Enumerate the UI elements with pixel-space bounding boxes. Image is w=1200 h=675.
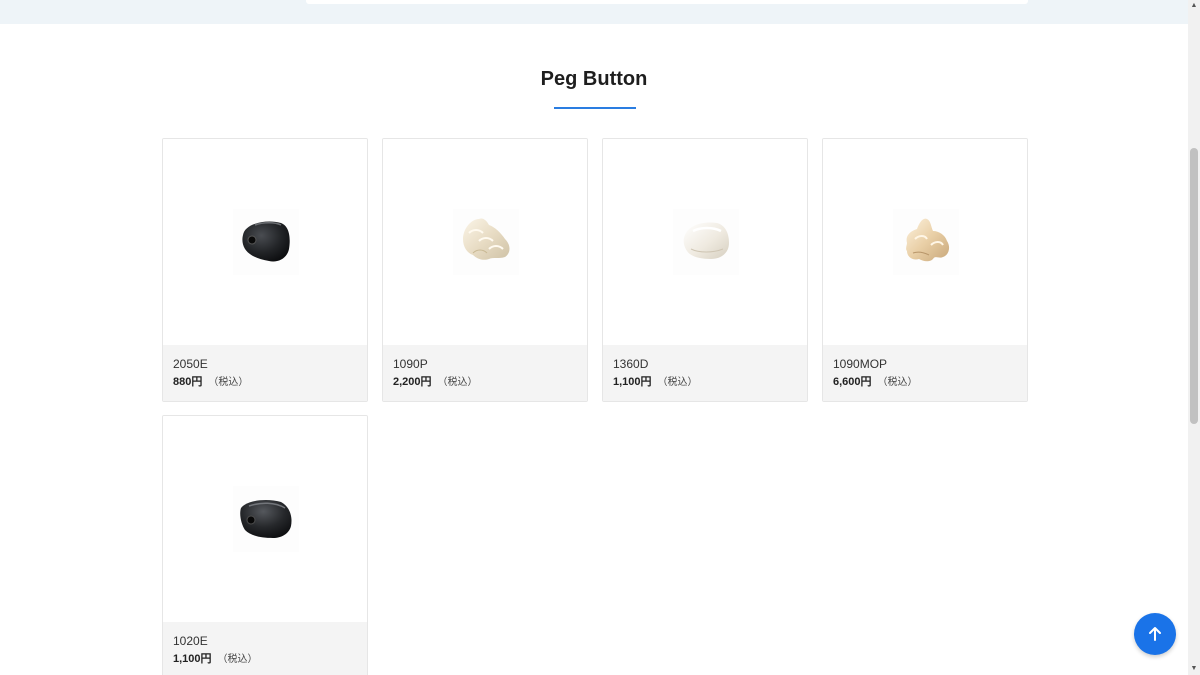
product-grid: 2050E 880円 （税込） 1090P 2,200円 （税込） 1360D … bbox=[162, 138, 1028, 675]
product-code[interactable]: 1020E bbox=[173, 634, 357, 648]
back-to-top-button[interactable] bbox=[1134, 613, 1176, 655]
product-card-2050e[interactable]: 2050E 880円 （税込） bbox=[162, 138, 368, 402]
header-band bbox=[0, 0, 1188, 24]
white-peg-button-icon bbox=[673, 209, 739, 275]
product-price: 2,200円 bbox=[393, 376, 432, 388]
product-image-area[interactable] bbox=[163, 416, 367, 622]
product-price: 1,100円 bbox=[613, 376, 652, 388]
product-code[interactable]: 1090MOP bbox=[833, 357, 1017, 371]
search-bar-edge[interactable] bbox=[306, 0, 1028, 4]
mop-peg-button-icon bbox=[893, 209, 959, 275]
arrow-up-icon bbox=[1149, 627, 1161, 641]
price-row: 1,100円 （税込） bbox=[173, 652, 357, 667]
scrollbar[interactable]: ▲ ▼ bbox=[1188, 0, 1200, 675]
section-title: Peg Button bbox=[540, 68, 648, 90]
black-peg-button-icon bbox=[233, 486, 299, 552]
black-peg-button-icon bbox=[233, 209, 299, 275]
tax-label: （税込） bbox=[877, 377, 918, 388]
price-row: 2,200円 （税込） bbox=[393, 375, 577, 390]
product-info: 1090MOP 6,600円 （税込） bbox=[823, 345, 1027, 401]
pearl-peg-button-icon bbox=[453, 209, 519, 275]
product-code[interactable]: 1360D bbox=[613, 357, 797, 371]
tax-label: （税込） bbox=[657, 377, 698, 388]
product-price: 6,600円 bbox=[833, 376, 872, 388]
tax-label: （税込） bbox=[208, 377, 249, 388]
scrollbar-thumb[interactable] bbox=[1190, 148, 1198, 424]
product-image-area[interactable] bbox=[163, 139, 367, 345]
product-price: 880円 bbox=[173, 376, 203, 388]
price-row: 880円 （税込） bbox=[173, 375, 357, 390]
title-underline bbox=[554, 107, 636, 109]
product-image-area[interactable] bbox=[603, 139, 807, 345]
scroll-up-icon[interactable]: ▲ bbox=[1188, 0, 1200, 12]
product-image-area[interactable] bbox=[383, 139, 587, 345]
product-info: 1360D 1,100円 （税込） bbox=[603, 345, 807, 401]
tax-label: （税込） bbox=[217, 654, 258, 665]
product-code[interactable]: 1090P bbox=[393, 357, 577, 371]
tax-label: （税込） bbox=[437, 377, 478, 388]
product-image-area[interactable] bbox=[823, 139, 1027, 345]
product-card-1360d[interactable]: 1360D 1,100円 （税込） bbox=[602, 138, 808, 402]
price-row: 6,600円 （税込） bbox=[833, 375, 1017, 390]
product-info: 2050E 880円 （税込） bbox=[163, 345, 367, 401]
product-card-1090mop[interactable]: 1090MOP 6,600円 （税込） bbox=[822, 138, 1028, 402]
product-info: 1090P 2,200円 （税込） bbox=[383, 345, 587, 401]
product-price: 1,100円 bbox=[173, 653, 212, 665]
scroll-down-icon[interactable]: ▼ bbox=[1188, 663, 1200, 675]
product-card-1090p[interactable]: 1090P 2,200円 （税込） bbox=[382, 138, 588, 402]
product-info: 1020E 1,100円 （税込） bbox=[163, 622, 367, 675]
price-row: 1,100円 （税込） bbox=[613, 375, 797, 390]
product-code[interactable]: 2050E bbox=[173, 357, 357, 371]
product-card-1020e[interactable]: 1020E 1,100円 （税込） bbox=[162, 415, 368, 675]
